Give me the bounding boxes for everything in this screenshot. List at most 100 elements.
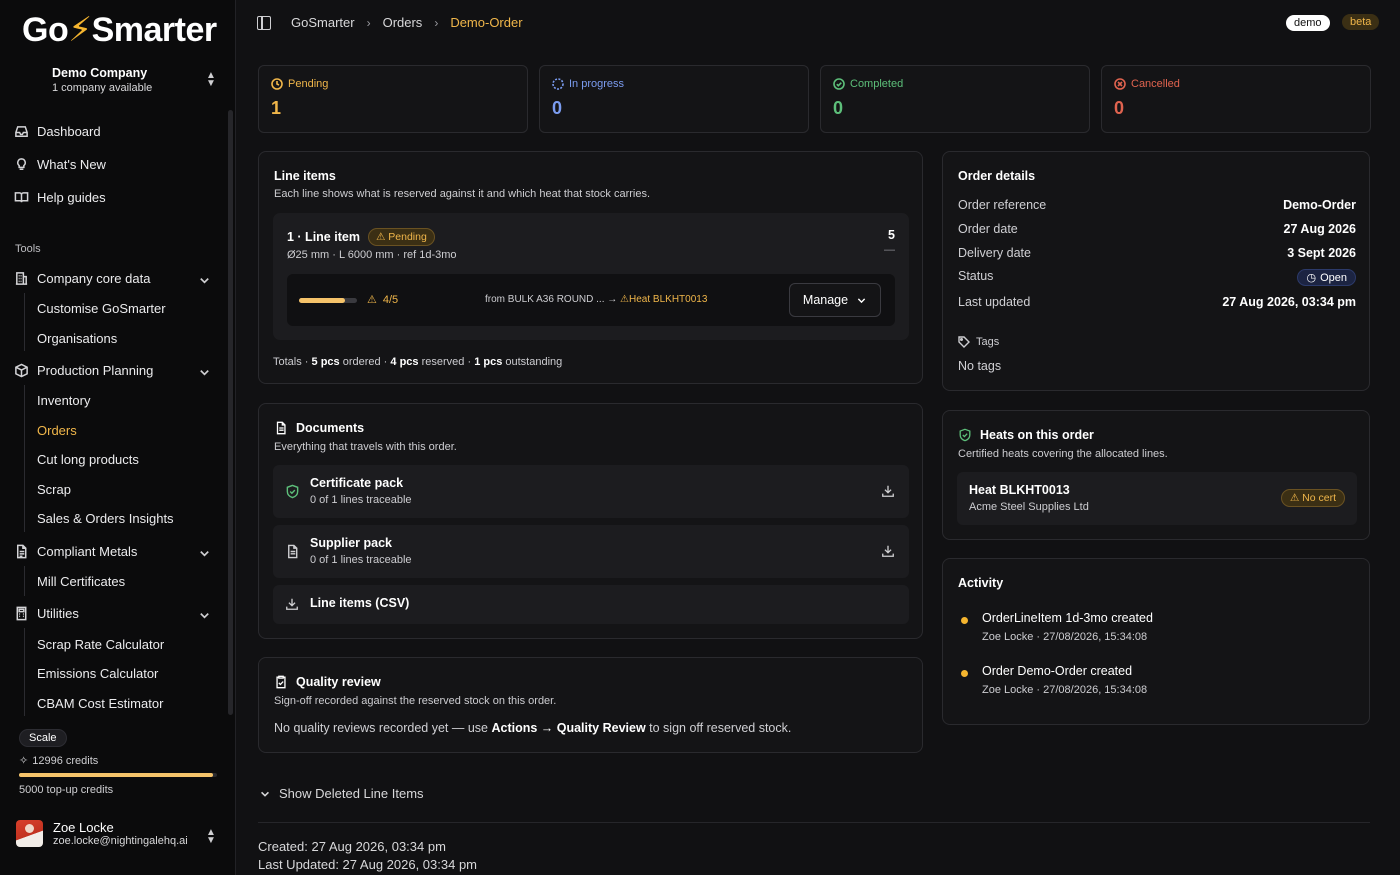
- progress-circle-icon: [552, 78, 564, 90]
- document-line-items-csv[interactable]: Line items (CSV): [273, 585, 909, 624]
- nav-compliant-metals[interactable]: Compliant Metals: [14, 544, 137, 559]
- user-email: zoe.locke@nightingalehq.ai: [53, 835, 188, 847]
- nav-scrap[interactable]: Scrap: [37, 482, 71, 497]
- allocation-row: ⚠ 4/5 from BULK A36 ROUND ... → ⚠Heat BLK…: [287, 274, 895, 326]
- demo-badge: demo: [1286, 15, 1330, 31]
- nav-help-guides[interactable]: Help guides: [14, 190, 106, 205]
- nav-cut-long-products[interactable]: Cut long products: [37, 452, 139, 467]
- user-menu[interactable]: Zoe Locke zoe.locke@nightingalehq.ai: [16, 820, 188, 847]
- clipboard-check-icon: [276, 675, 286, 689]
- quality-review-action[interactable]: Actions → Quality Review: [491, 721, 645, 735]
- package-icon: [15, 363, 28, 378]
- warning-icon: ⚠: [1289, 492, 1300, 504]
- chevron-up-down-icon[interactable]: ▲ ▼: [206, 71, 216, 89]
- nav-sales-orders-insights[interactable]: Sales & Orders Insights: [37, 511, 174, 526]
- gosmarter-logo[interactable]: Go⚡Smarter: [22, 10, 217, 50]
- plan-badge: Scale: [19, 729, 67, 747]
- nav-scrap-rate-calculator[interactable]: Scrap Rate Calculator: [37, 637, 164, 652]
- nav-inventory[interactable]: Inventory: [37, 393, 90, 408]
- nav-organisations[interactable]: Organisations: [37, 331, 117, 346]
- company-name: Demo Company: [52, 66, 148, 80]
- download-icon[interactable]: [881, 484, 895, 498]
- clock-icon: [271, 78, 283, 90]
- status-badge: ⚠ Pending: [367, 228, 435, 246]
- tools-section-label: Tools: [15, 243, 41, 255]
- nav-mill-certificates[interactable]: Mill Certificates: [37, 574, 125, 589]
- nav-dashboard[interactable]: Dashboard: [14, 124, 101, 139]
- heat-supplier: Acme Steel Supplies Ltd: [969, 501, 1089, 513]
- chevron-down-icon: [857, 297, 866, 303]
- tags-value: No tags: [958, 359, 1002, 373]
- document-supplier-pack[interactable]: Supplier pack 0 of 1 lines traceable: [273, 525, 909, 578]
- nav-company-core-data[interactable]: Company core data: [14, 271, 150, 286]
- nav-customise-gosmarter[interactable]: Customise GoSmarter: [37, 301, 166, 316]
- chevron-down-icon[interactable]: [198, 366, 211, 382]
- check-circle-icon: [833, 78, 845, 90]
- company-switcher[interactable]: Demo Company 1 company available: [52, 66, 152, 94]
- detail-row-delivery-date: Delivery date 3 Sept 2026: [958, 246, 1356, 260]
- stat-card-cancelled[interactable]: Cancelled 0: [1101, 65, 1371, 133]
- chevron-up-down-icon[interactable]: ▲ ▼: [206, 828, 216, 846]
- x-circle-icon: [1114, 78, 1126, 90]
- clock-icon: ◷: [1306, 272, 1317, 284]
- submenu-rule: [24, 628, 25, 716]
- order-details-title: Order details: [958, 169, 1036, 183]
- heats-card: Heats on this order Certified heats cove…: [942, 410, 1370, 540]
- created-timestamp: Created: 27 Aug 2026, 03:34 pm: [258, 839, 446, 854]
- updated-timestamp: Last Updated: 27 Aug 2026, 03:34 pm: [258, 857, 478, 872]
- stat-card-completed[interactable]: Completed 0: [820, 65, 1090, 133]
- heat-name: Heat BLKHT0013: [969, 483, 1070, 497]
- heats-subtitle: Certified heats covering the allocated l…: [958, 448, 1168, 460]
- credits-progress-bar: [19, 773, 217, 777]
- download-icon[interactable]: [881, 544, 895, 558]
- chevron-down-icon[interactable]: [198, 547, 211, 563]
- heat-link[interactable]: ⚠Heat BLKHT0013: [620, 294, 707, 305]
- heat-item[interactable]: Heat BLKHT0013 Acme Steel Supplies Ltd ⚠…: [957, 472, 1357, 525]
- line-item-quantity: 5: [888, 228, 895, 242]
- line-items-subtitle: Each line shows what is reserved against…: [274, 188, 651, 200]
- line-items-card: Line items Each line shows what is reser…: [258, 151, 923, 384]
- stat-value: 0: [552, 98, 563, 118]
- breadcrumb-current: Demo-Order: [450, 15, 523, 30]
- tags-label: Tags: [958, 336, 999, 348]
- nav-whats-new[interactable]: What's New: [14, 157, 106, 172]
- nav-utilities[interactable]: Utilities: [14, 606, 79, 621]
- shield-check-icon: [286, 484, 299, 499]
- line-item[interactable]: 1 · Line item ⚠ Pending Ø25 mm · L 6000 …: [273, 213, 909, 340]
- activity-dot: [961, 617, 968, 624]
- bolt-icon: ⚡: [68, 11, 92, 49]
- calculator-icon: [16, 606, 27, 621]
- sidebar-toggle-icon[interactable]: [257, 16, 271, 30]
- breadcrumb-gosmarter[interactable]: GoSmarter: [291, 15, 355, 30]
- nav-emissions-calculator[interactable]: Emissions Calculator: [37, 666, 158, 681]
- allocation-progress-fill: [299, 298, 346, 303]
- chevron-down-icon[interactable]: [198, 274, 211, 290]
- breadcrumb-orders[interactable]: Orders: [383, 15, 423, 30]
- nav-cbam-cost-estimator[interactable]: CBAM Cost Estimator: [37, 696, 163, 711]
- nav-production-planning[interactable]: Production Planning: [14, 363, 153, 378]
- stat-card-in-progress[interactable]: In progress 0: [539, 65, 809, 133]
- stat-value: 1: [271, 98, 282, 118]
- nav-orders[interactable]: Orders: [37, 423, 77, 438]
- breadcrumb: GoSmarter › Orders › Demo-Order: [291, 15, 523, 30]
- detail-row-last-updated: Last updated 27 Aug 2026, 03:34 pm: [958, 295, 1356, 309]
- lightbulb-icon: [17, 158, 26, 170]
- show-deleted-toggle[interactable]: Show Deleted Line Items: [259, 786, 424, 801]
- sidebar-scrollbar[interactable]: [228, 110, 233, 715]
- chevron-down-icon[interactable]: [198, 609, 211, 625]
- allocation-progress-bar: [299, 298, 357, 303]
- credits-readout: ✧ 12996 credits: [19, 754, 99, 768]
- submenu-rule: [24, 385, 25, 532]
- building-icon: [15, 272, 28, 285]
- file-text-icon: [276, 421, 286, 435]
- document-certificate-pack[interactable]: Certificate pack 0 of 1 lines traceable: [273, 465, 909, 518]
- line-item-dash: —: [884, 244, 895, 256]
- shield-check-icon: [959, 428, 971, 442]
- avatar: [16, 820, 43, 847]
- activity-dot: [961, 670, 968, 677]
- documents-subtitle: Everything that travels with this order.: [274, 441, 457, 453]
- stat-card-pending[interactable]: Pending 1: [258, 65, 528, 133]
- manage-button[interactable]: Manage: [789, 283, 881, 317]
- file-text-icon: [17, 544, 27, 559]
- sidebar: Go⚡Smarter Demo Company 1 company availa…: [0, 0, 236, 875]
